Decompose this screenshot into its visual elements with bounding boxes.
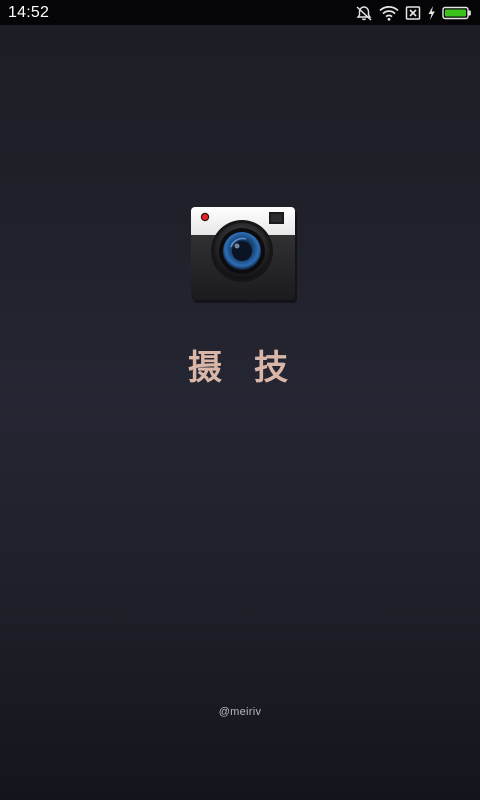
alarm-off-icon	[356, 5, 372, 21]
app-title: 摄技	[0, 340, 480, 389]
charging-bolt-icon	[428, 5, 435, 20]
splash-screen: 14:52 摄 技 @meiriv	[0, 0, 480, 800]
app-title-char-2: 技	[254, 348, 292, 388]
app-title-char-1: 摄	[188, 348, 226, 388]
status-icons	[355, 5, 472, 21]
camera-logo	[191, 207, 297, 303]
sim-disabled-icon	[405, 5, 421, 20]
status-time: 14:52	[8, 3, 50, 21]
battery-icon	[442, 6, 471, 19]
camera-icon	[191, 207, 297, 303]
credit-text: @meiriv	[218, 706, 262, 718]
status-bar: 14:52	[0, 0, 480, 25]
wifi-icon	[379, 5, 399, 21]
